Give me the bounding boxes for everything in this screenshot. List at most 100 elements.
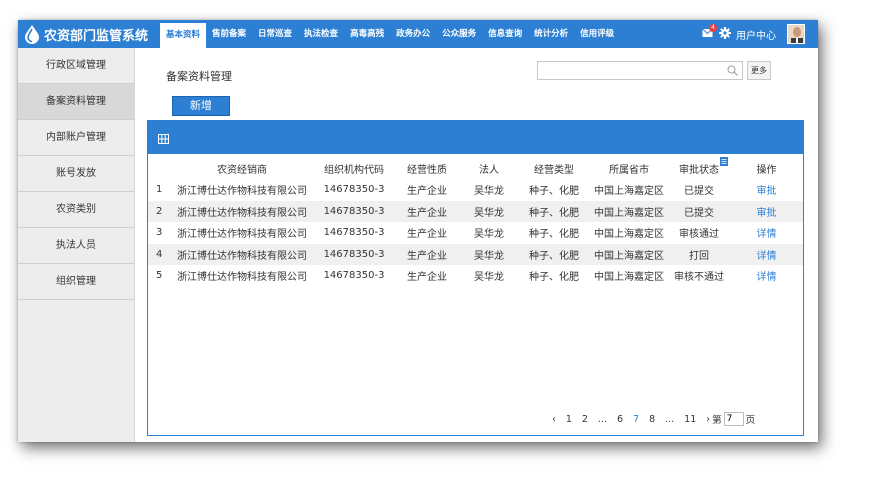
page-link[interactable]: 1 xyxy=(566,414,572,425)
prev-page-button[interactable]: ‹ xyxy=(552,414,556,425)
cell-dealer: 浙江博仕达作物科技有限公司 xyxy=(170,243,314,265)
more-button[interactable]: 更多 xyxy=(747,61,771,80)
cell-org-code: 14678350-3 xyxy=(323,227,385,239)
cell-org-code: 14678350-3 xyxy=(314,200,394,222)
nav-tab-presale-filing[interactable]: 售前备案 xyxy=(206,20,252,48)
cell-business-nature: 生产企业 xyxy=(407,229,447,241)
cell-approval-status: 已提交 xyxy=(668,200,730,222)
cell-province-city: 中国上海嘉定区 xyxy=(594,272,664,284)
cell-dealer: 浙江博仕达作物科技有限公司 xyxy=(177,272,307,284)
sidebar-item-account-issuance[interactable]: 账号发放 xyxy=(18,156,134,192)
nav-tab-law-enforcement[interactable]: 执法检查 xyxy=(298,20,344,48)
cell-business-nature: 生产企业 xyxy=(394,243,460,265)
user-center-link[interactable]: 用户中心 xyxy=(736,27,776,42)
nav-tab-daily-patrol[interactable]: 日常巡查 xyxy=(252,20,298,48)
table-row: 4 浙江博仕达作物科技有限公司 14678350-3 生产企业 吴华龙 种子、化… xyxy=(148,243,803,265)
cell-legal-person: 吴华龙 xyxy=(460,243,518,265)
cell-index: 2 xyxy=(148,200,170,222)
nav-tab-statistics[interactable]: 统计分析 xyxy=(528,20,574,48)
add-button[interactable]: 新增 xyxy=(172,96,230,116)
sidebar-item-region-management[interactable]: 行政区域管理 xyxy=(18,48,134,84)
page-link[interactable]: 8 xyxy=(649,414,655,425)
pagination: ‹ 1 2 ... 6 7 8 ... 11 › 第 页 xyxy=(552,412,755,426)
column-header-business-type: 经营类型 xyxy=(534,164,574,176)
nav-tab-high-toxicity[interactable]: 高毒高残 xyxy=(344,20,390,48)
cell-business-nature: 生产企业 xyxy=(407,272,447,284)
sidebar-item-agri-categories[interactable]: 农资类别 xyxy=(18,192,134,228)
app-title: 农资部门监管系统 xyxy=(44,29,149,44)
column-header-dealer: 农资经销商 xyxy=(217,164,267,176)
column-header-approval-status: 审批状态 xyxy=(668,157,730,179)
page-link-current[interactable]: 7 xyxy=(633,414,639,425)
approve-link[interactable]: 审批 xyxy=(730,179,803,201)
panel-header xyxy=(148,121,803,154)
column-header-approval-status-label: 审批状态 xyxy=(679,164,719,176)
cell-legal-person: 吴华龙 xyxy=(474,272,504,284)
cell-org-code: 14678350-3 xyxy=(323,184,385,196)
cell-province-city: 中国上海嘉定区 xyxy=(594,186,664,198)
cell-index: 1 xyxy=(156,184,163,196)
details-link[interactable]: 详情 xyxy=(730,243,803,265)
page-title: 备案资料管理 xyxy=(166,70,232,83)
cell-org-code: 14678350-3 xyxy=(323,270,385,282)
cell-legal-person: 吴华龙 xyxy=(474,186,504,198)
search-icon[interactable] xyxy=(727,65,738,76)
column-header-actions: 操作 xyxy=(756,164,777,176)
cell-dealer: 浙江博仕达作物科技有限公司 xyxy=(170,200,314,222)
records-table: 农资经销商 组织机构代码 经营性质 法人 经营类型 所属省市 审批状态 操作 1… xyxy=(148,157,803,287)
nav-tab-credit-rating[interactable]: 信用评级 xyxy=(574,20,620,48)
grid-icon xyxy=(158,134,169,144)
avatar-image xyxy=(788,25,804,43)
page-ellipsis: ... xyxy=(597,413,607,425)
column-header-legal-person: 法人 xyxy=(479,164,499,176)
cell-province-city: 中国上海嘉定区 xyxy=(590,243,668,265)
table-row: 1 浙江博仕达作物科技有限公司 14678350-3 生产企业 吴华龙 种子、化… xyxy=(148,179,803,201)
column-filter-icon[interactable] xyxy=(720,157,728,166)
gear-icon[interactable] xyxy=(719,27,731,39)
notification-badge: 4 xyxy=(709,24,717,32)
page-link[interactable]: 2 xyxy=(582,414,588,425)
next-page-button[interactable]: › xyxy=(706,414,710,425)
cell-approval-status: 审核不通过 xyxy=(674,272,724,284)
table-header-row: 农资经销商 组织机构代码 经营性质 法人 经营类型 所属省市 审批状态 操作 xyxy=(148,157,803,179)
page-link[interactable]: 11 xyxy=(684,414,696,425)
sidebar-item-enforcement-staff[interactable]: 执法人员 xyxy=(18,228,134,264)
search-input[interactable] xyxy=(537,61,743,80)
table-row: 3 浙江博仕达作物科技有限公司 14678350-3 生产企业 吴华龙 种子、化… xyxy=(148,222,803,244)
sidebar: 行政区域管理 备案资料管理 内部账户管理 账号发放 农资类别 执法人员 组织管理 xyxy=(18,48,135,442)
avatar[interactable] xyxy=(787,24,805,44)
cell-legal-person: 吴华龙 xyxy=(474,229,504,241)
details-link[interactable]: 详情 xyxy=(730,222,803,244)
nav-tab-public-service[interactable]: 公众服务 xyxy=(436,20,482,48)
cell-approval-status: 审核通过 xyxy=(679,229,719,241)
top-navigation-bar: 农资部门监管系统 基本资料 售前备案 日常巡查 执法检查 高毒高残 政务办公 公… xyxy=(18,20,818,48)
page-link[interactable]: 6 xyxy=(617,414,623,425)
goto-page-input[interactable] xyxy=(723,412,744,426)
table-row: 2 浙江博仕达作物科技有限公司 14678350-3 生产企业 吴华龙 种子、化… xyxy=(148,200,803,222)
approve-link[interactable]: 审批 xyxy=(730,200,803,222)
goto-prefix-label: 第 xyxy=(712,415,722,426)
column-header-index xyxy=(148,157,170,179)
cell-dealer: 浙江博仕达作物科技有限公司 xyxy=(177,229,307,241)
sidebar-item-internal-accounts[interactable]: 内部账户管理 xyxy=(18,120,134,156)
cell-business-type: 种子、化肥 xyxy=(518,200,590,222)
cell-dealer: 浙江博仕达作物科技有限公司 xyxy=(177,186,307,198)
cell-province-city: 中国上海嘉定区 xyxy=(590,200,668,222)
nav-tab-government-office[interactable]: 政务办公 xyxy=(390,20,436,48)
sidebar-item-filing-management[interactable]: 备案资料管理 xyxy=(18,84,134,120)
cell-index: 3 xyxy=(156,227,163,239)
table-row: 5 浙江博仕达作物科技有限公司 14678350-3 生产企业 吴华龙 种子、化… xyxy=(148,265,803,287)
sidebar-item-org-management[interactable]: 组织管理 xyxy=(18,264,134,300)
cell-province-city: 中国上海嘉定区 xyxy=(594,229,664,241)
water-drop-icon xyxy=(25,25,39,44)
nav-tab-info-query[interactable]: 信息查询 xyxy=(482,20,528,48)
nav-tab-basic-info[interactable]: 基本资料 xyxy=(160,23,207,48)
column-header-business-nature: 经营性质 xyxy=(407,164,447,176)
cell-index: 5 xyxy=(156,270,163,282)
cell-index: 4 xyxy=(148,243,170,265)
goto-suffix-label: 页 xyxy=(745,415,756,426)
details-link[interactable]: 详情 xyxy=(730,265,803,287)
page-ellipsis: ... xyxy=(665,413,675,425)
main-nav: 基本资料 售前备案 日常巡查 执法检查 高毒高残 政务办公 公众服务 信息查询 … xyxy=(160,20,620,48)
cell-org-code: 14678350-3 xyxy=(314,243,394,265)
